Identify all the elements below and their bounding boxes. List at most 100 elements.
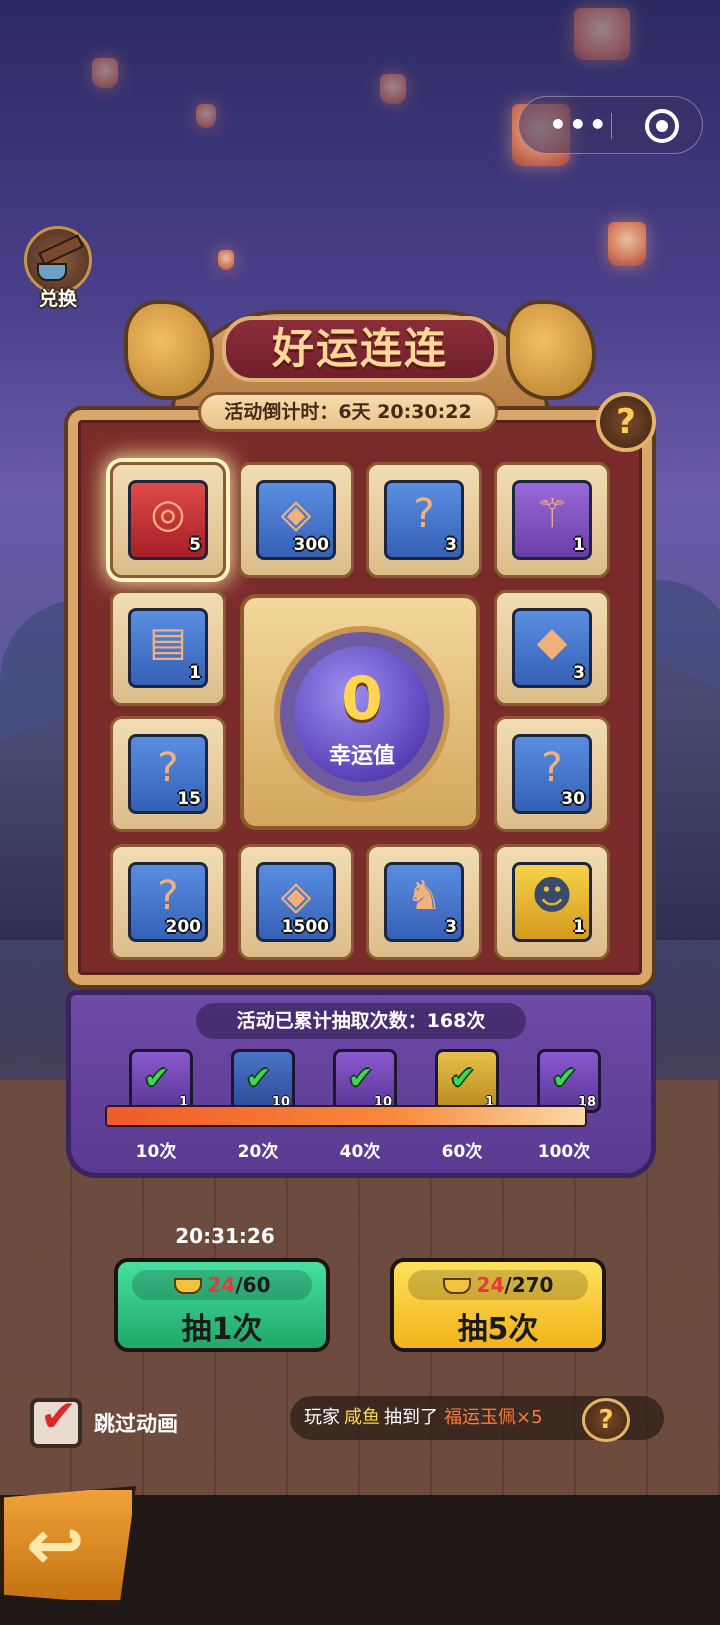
prize-item[interactable]: ♞ 3: [384, 862, 464, 942]
prize-item[interactable]: ☻ 1: [512, 862, 592, 942]
broadcast-mid: 抽到了: [384, 1407, 438, 1428]
gold-ingot-icon: [173, 1278, 202, 1294]
dragon-ornament-left: [124, 300, 214, 400]
claimed-check-icon: ✔: [450, 1061, 476, 1096]
milestone-tick-label: 10次: [135, 1142, 177, 1162]
event-countdown: 活动倒计时：6天 20:30:22: [198, 392, 498, 432]
event-title-text: 好运连连: [271, 324, 448, 373]
sky-lantern: [574, 8, 630, 60]
claimed-check-icon: ✔: [552, 1061, 578, 1096]
draw-5-button[interactable]: 24/270 抽5次: [390, 1258, 606, 1352]
prize-qty: 3: [445, 917, 457, 937]
milestone-reward[interactable]: ✔ 1: [435, 1049, 499, 1113]
prize-item[interactable]: ? 3: [384, 480, 464, 560]
prize-item[interactable]: ? 200: [128, 862, 208, 942]
trident-icon: ⚚: [534, 491, 570, 537]
luck-panel: 0 幸运值: [240, 594, 480, 830]
prize-cell: ? 30: [494, 716, 610, 832]
prize-qty: 5: [189, 535, 201, 555]
prize-cell: ◈ 300: [238, 462, 354, 578]
stone-block-icon: ◆: [536, 619, 568, 665]
dragon-ornament-right: [506, 300, 596, 400]
mystery-scroll-icon: ?: [157, 745, 179, 791]
prize-qty: 1: [189, 663, 201, 683]
milestone-reward[interactable]: ✔ 10: [231, 1049, 295, 1113]
sky-lantern: [218, 250, 234, 270]
broadcast-help-button[interactable]: ?: [582, 1398, 630, 1442]
bronze-coin-icon: ◈: [280, 491, 312, 537]
draw-1-button[interactable]: 24/60 抽1次: [114, 1258, 330, 1352]
broadcast-item: 福运玉佩×5: [444, 1407, 543, 1428]
draw-5-label: 抽5次: [457, 1312, 539, 1347]
luck-value: 0: [341, 664, 383, 734]
prize-qty: 300: [293, 535, 330, 555]
luck-ring: 0 幸运值: [274, 626, 450, 802]
prize-qty: 3: [445, 535, 457, 555]
sky-lantern: [92, 58, 118, 88]
target-close-icon[interactable]: [645, 109, 679, 143]
exchange-button[interactable]: 兑换: [20, 226, 96, 310]
back-button[interactable]: ↩: [0, 1486, 136, 1604]
map-scroll-icon: ▤: [149, 619, 187, 665]
prize-item[interactable]: ◆ 3: [512, 608, 592, 688]
prize-item[interactable]: ▤ 1: [128, 608, 208, 688]
prize-item[interactable]: ⚚ 1: [512, 480, 592, 560]
sky-lantern: [608, 222, 646, 266]
miniapp-capsule: •••: [518, 96, 703, 154]
jade-pendant-icon: ◎: [150, 491, 186, 537]
luck-label: 幸运值: [328, 744, 395, 769]
prize-cell: ◎ 5: [110, 462, 226, 578]
prize-qty: 1: [573, 917, 585, 937]
checkmark-icon: ✔: [40, 1391, 77, 1442]
milestone-tick-label: 100次: [537, 1142, 591, 1162]
prize-cell: ◈ 1500: [238, 844, 354, 960]
prize-item[interactable]: ? 15: [128, 734, 208, 814]
broadcast-player: 咸鱼: [344, 1407, 380, 1428]
draw-count-title: 活动已累计抽取次数：168次: [196, 1003, 526, 1039]
capsule-divider: [611, 113, 612, 139]
prize-qty: 1: [573, 535, 585, 555]
prize-qty: 3: [573, 663, 585, 683]
prize-qty: 200: [165, 917, 202, 937]
prize-cell: ♞ 3: [366, 844, 482, 960]
prize-qty: 15: [177, 789, 201, 809]
draw-1-need: /60: [235, 1273, 271, 1297]
free-draw-timer: 20:31:26: [175, 1224, 275, 1248]
milestone-panel: 活动已累计抽取次数：168次 ✔ 1 ✔ 10 ✔ 10 ✔ 1 ✔ 18 10次 20次 40次 60…: [66, 990, 656, 1178]
gold-ingot-icon: [442, 1278, 471, 1294]
red-mystery-scroll-icon: ?: [157, 873, 179, 919]
milestone-reward[interactable]: ✔ 18: [537, 1049, 601, 1113]
back-arrow-icon: ↩: [26, 1504, 85, 1586]
prize-item[interactable]: ◎ 5: [128, 480, 208, 560]
claimed-check-icon: ✔: [144, 1061, 170, 1096]
claimed-check-icon: ✔: [246, 1061, 272, 1096]
exchange-label: 兑换: [38, 288, 77, 310]
sky-lantern: [196, 104, 216, 128]
prize-cell: ? 15: [110, 716, 226, 832]
prize-item[interactable]: ◈ 300: [256, 480, 336, 560]
help-button[interactable]: ?: [596, 392, 656, 452]
milestone-reward[interactable]: ✔ 10: [333, 1049, 397, 1113]
more-dots-icon[interactable]: •••: [549, 111, 609, 139]
prize-item[interactable]: ? 30: [512, 734, 592, 814]
prize-cell: ◆ 3: [494, 590, 610, 706]
red-mystery-scroll-icon: ?: [541, 745, 563, 791]
milestone-reward[interactable]: ✔ 1: [129, 1049, 193, 1113]
prize-item[interactable]: ◈ 1500: [256, 862, 336, 942]
milestone-tick-label: 20次: [237, 1142, 279, 1162]
luck-orb: 0 幸运值: [294, 646, 430, 782]
milestone-progress-bar: [105, 1105, 587, 1127]
prize-qty: 30: [561, 789, 585, 809]
progress-fill: [107, 1107, 585, 1125]
skip-animation-checkbox[interactable]: ✔: [30, 1392, 82, 1448]
draw-1-have: 24: [207, 1273, 236, 1297]
draw-5-need: /270: [504, 1273, 554, 1297]
draw-5-cost: 24/270: [408, 1270, 588, 1300]
draw-1-cost: 24/60: [132, 1270, 312, 1300]
prize-cell: ☻ 1: [494, 844, 610, 960]
prize-cell: ? 200: [110, 844, 226, 960]
hero-portrait-icon: ☻: [531, 873, 573, 919]
claimed-check-icon: ✔: [348, 1061, 374, 1096]
skip-animation-label: 跳过动画: [94, 1412, 178, 1436]
draw-5-have: 24: [476, 1273, 505, 1297]
